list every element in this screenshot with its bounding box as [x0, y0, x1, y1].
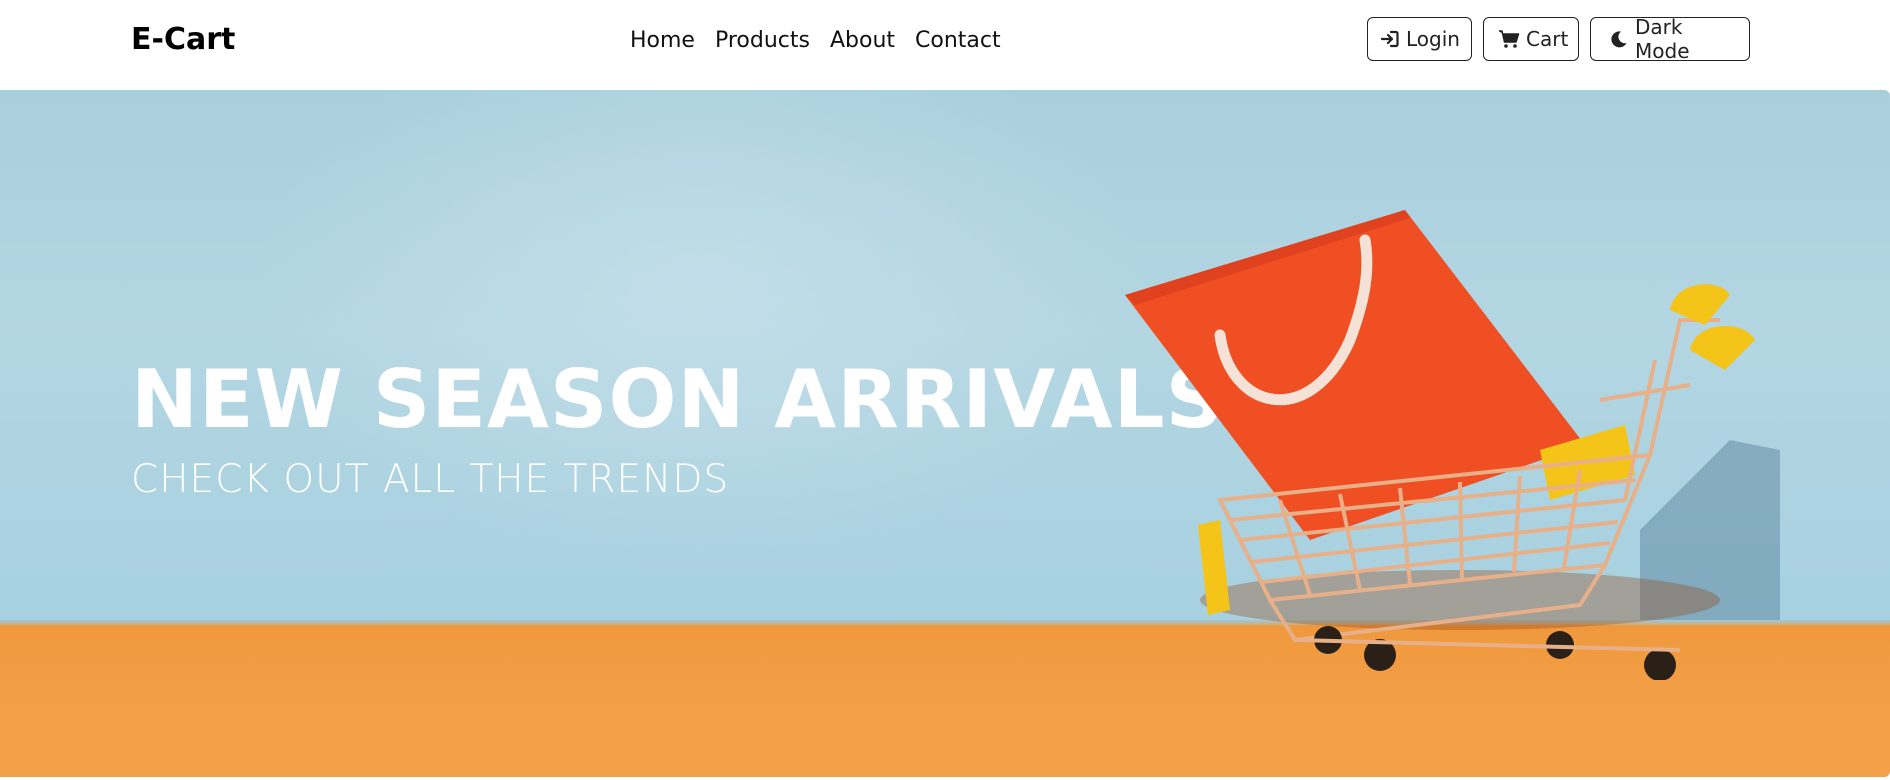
- nav-link-products[interactable]: Products: [705, 27, 820, 55]
- login-button[interactable]: Login: [1367, 17, 1472, 61]
- cart-button-label: Cart: [1526, 27, 1569, 51]
- cart-icon: [1498, 29, 1520, 49]
- dark-mode-button[interactable]: Dark Mode: [1590, 15, 1750, 63]
- brand-logo[interactable]: E-Cart: [131, 22, 235, 57]
- nav-link-about[interactable]: About: [820, 27, 905, 55]
- cart-button[interactable]: Cart: [1483, 17, 1579, 61]
- shopping-bag: [1125, 210, 1635, 540]
- moon-icon: [1609, 29, 1629, 49]
- login-button-label: Login: [1406, 27, 1460, 51]
- hero-banner: NEW SEASON ARRIVALS CHECK OUT ALL THE TR…: [0, 90, 1890, 777]
- dark-mode-button-label: Dark Mode: [1635, 15, 1690, 63]
- shopping-cart-illustration: [1125, 210, 1780, 680]
- nav-link-contact[interactable]: Contact: [905, 27, 1011, 55]
- hero-subtitle: CHECK OUT ALL THE TRENDS: [131, 457, 730, 502]
- nav-buttons: Login Cart Dark Mode: [1367, 15, 1750, 63]
- nav-link-home[interactable]: Home: [620, 27, 705, 55]
- nav-links: Home Products About Contact: [620, 27, 1011, 55]
- hero-title: NEW SEASON ARRIVALS: [131, 353, 1225, 446]
- sign-in-icon: [1380, 29, 1400, 49]
- top-navbar: E-Cart Home Products About Contact Login: [0, 0, 1890, 90]
